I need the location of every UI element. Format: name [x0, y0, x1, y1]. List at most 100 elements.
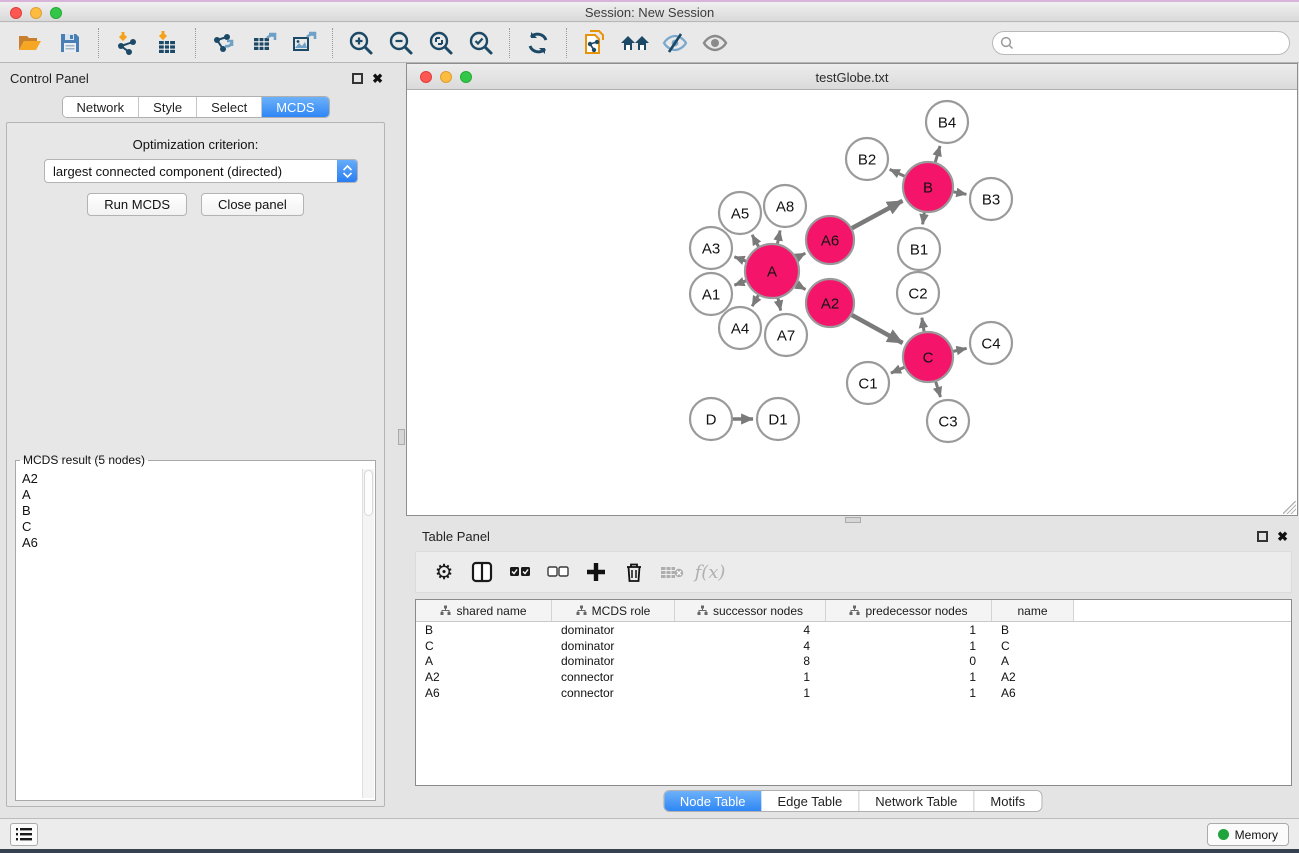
new-network-from-selection-button[interactable] — [575, 25, 615, 61]
table-cell[interactable]: 1 — [826, 639, 992, 653]
hide-selected-button[interactable] — [655, 25, 695, 61]
table-cell[interactable]: A6 — [416, 686, 552, 700]
select-all-columns-button[interactable] — [504, 555, 536, 589]
column-header-MCDS-role[interactable]: MCDS role — [552, 600, 675, 621]
result-scrollbar[interactable] — [362, 469, 374, 798]
float-table-panel-icon[interactable] — [1257, 531, 1268, 542]
table-cell[interactable]: C — [992, 639, 1074, 653]
graph-node-A4[interactable]: A4 — [719, 307, 761, 349]
zoom-in-button[interactable] — [341, 25, 381, 61]
task-history-button[interactable] — [10, 823, 38, 846]
table-row[interactable]: Bdominator41B — [416, 622, 1291, 638]
search-input[interactable] — [1018, 34, 1289, 52]
table-cell[interactable]: A — [416, 654, 552, 668]
graph-node-C[interactable]: C — [903, 332, 953, 382]
close-panel-button[interactable]: Close panel — [201, 193, 304, 216]
table-cell[interactable]: 0 — [826, 654, 992, 668]
delete-column-button[interactable] — [618, 555, 650, 589]
table-cell[interactable]: 1 — [826, 686, 992, 700]
table-cell[interactable]: A6 — [992, 686, 1074, 700]
graph-node-B1[interactable]: B1 — [898, 228, 940, 270]
graph-node-B2[interactable]: B2 — [846, 138, 888, 180]
tab-style[interactable]: Style — [139, 97, 197, 117]
graph-node-A3[interactable]: A3 — [690, 227, 732, 269]
save-session-button[interactable] — [50, 25, 90, 61]
horizontal-splitter-handle[interactable] — [398, 429, 405, 445]
tab-network[interactable]: Network — [62, 97, 139, 117]
tab-node-table[interactable]: Node Table — [664, 791, 762, 811]
mcds-result-item[interactable]: A6 — [22, 535, 357, 551]
export-image-button[interactable] — [284, 25, 324, 61]
open-session-button[interactable] — [10, 25, 50, 61]
graph-node-A8[interactable]: A8 — [764, 185, 806, 227]
mcds-result-item[interactable]: C — [22, 519, 357, 535]
delete-table-button[interactable] — [656, 555, 688, 589]
memory-button[interactable]: Memory — [1207, 823, 1289, 846]
table-cell[interactable]: dominator — [552, 639, 675, 653]
close-table-panel-icon[interactable]: ✖ — [1277, 529, 1288, 545]
table-cell[interactable]: 8 — [675, 654, 826, 668]
tab-mcds[interactable]: MCDS — [262, 97, 328, 117]
table-row[interactable]: A2connector11A2 — [416, 669, 1291, 685]
mcds-result-item[interactable]: A2 — [22, 471, 357, 487]
graph-node-A6[interactable]: A6 — [806, 216, 854, 264]
graph-node-B[interactable]: B — [903, 162, 953, 212]
resize-grip-icon[interactable] — [1283, 501, 1296, 514]
mcds-result-list[interactable]: A2ABCA6 — [18, 469, 361, 798]
table-cell[interactable]: A2 — [992, 670, 1074, 684]
table-row[interactable]: A6connector11A6 — [416, 685, 1291, 701]
import-network-button[interactable] — [107, 25, 147, 61]
zoom-out-button[interactable] — [381, 25, 421, 61]
table-settings-button[interactable]: ⚙ — [428, 555, 460, 589]
table-cell[interactable]: dominator — [552, 623, 675, 637]
export-network-button[interactable] — [204, 25, 244, 61]
graph-node-C2[interactable]: C2 — [897, 272, 939, 314]
table-cell[interactable]: 1 — [826, 623, 992, 637]
graph-node-D[interactable]: D — [690, 398, 732, 440]
graph-node-A[interactable]: A — [745, 244, 799, 298]
graph-node-B3[interactable]: B3 — [970, 178, 1012, 220]
graph-node-A1[interactable]: A1 — [690, 273, 732, 315]
graph-node-D1[interactable]: D1 — [757, 398, 799, 440]
tab-select[interactable]: Select — [197, 97, 262, 117]
table-cell[interactable]: 4 — [675, 639, 826, 653]
network-graph[interactable]: B4B2BB3B1A5A8A6A3AA1C2A4A7A2C4CC1C3DD1 — [407, 90, 1297, 515]
close-panel-icon[interactable]: ✖ — [372, 71, 383, 87]
graph-node-C4[interactable]: C4 — [970, 322, 1012, 364]
network-canvas[interactable]: B4B2BB3B1A5A8A6A3AA1C2A4A7A2C4CC1C3DD1 — [407, 90, 1297, 515]
result-scrollbar-thumb[interactable] — [364, 470, 373, 516]
table-cell[interactable]: A2 — [416, 670, 552, 684]
show-column-button[interactable] — [466, 555, 498, 589]
graph-node-C1[interactable]: C1 — [847, 362, 889, 404]
zoom-fit-button[interactable] — [421, 25, 461, 61]
mcds-result-item[interactable]: A — [22, 487, 357, 503]
table-cell[interactable]: dominator — [552, 654, 675, 668]
graph-node-B4[interactable]: B4 — [926, 101, 968, 143]
table-cell[interactable]: 4 — [675, 623, 826, 637]
tab-edge-table[interactable]: Edge Table — [761, 791, 859, 811]
graph-node-A2[interactable]: A2 — [806, 279, 854, 327]
search-field[interactable] — [992, 31, 1290, 55]
graph-node-A7[interactable]: A7 — [765, 314, 807, 356]
table-cell[interactable]: connector — [552, 670, 675, 684]
first-neighbors-button[interactable] — [615, 25, 655, 61]
table-cell[interactable]: 1 — [675, 686, 826, 700]
criterion-select[interactable]: largest connected component (directed) — [44, 159, 358, 183]
table-cell[interactable]: B — [992, 623, 1074, 637]
import-table-button[interactable] — [147, 25, 187, 61]
deselect-all-columns-button[interactable] — [542, 555, 574, 589]
table-cell[interactable]: C — [416, 639, 552, 653]
float-panel-icon[interactable] — [352, 73, 363, 84]
column-header-name[interactable]: name — [992, 600, 1074, 621]
graph-node-C3[interactable]: C3 — [927, 400, 969, 442]
table-cell[interactable]: connector — [552, 686, 675, 700]
add-column-button[interactable] — [580, 555, 612, 589]
show-all-button[interactable] — [695, 25, 735, 61]
run-mcds-button[interactable]: Run MCDS — [87, 193, 187, 216]
export-table-button[interactable] — [244, 25, 284, 61]
tab-motifs[interactable]: Motifs — [974, 791, 1041, 811]
column-header-shared-name[interactable]: shared name — [416, 600, 552, 621]
mcds-result-item[interactable]: B — [22, 503, 357, 519]
column-header-successor-nodes[interactable]: successor nodes — [675, 600, 826, 621]
column-header-predecessor-nodes[interactable]: predecessor nodes — [826, 600, 992, 621]
